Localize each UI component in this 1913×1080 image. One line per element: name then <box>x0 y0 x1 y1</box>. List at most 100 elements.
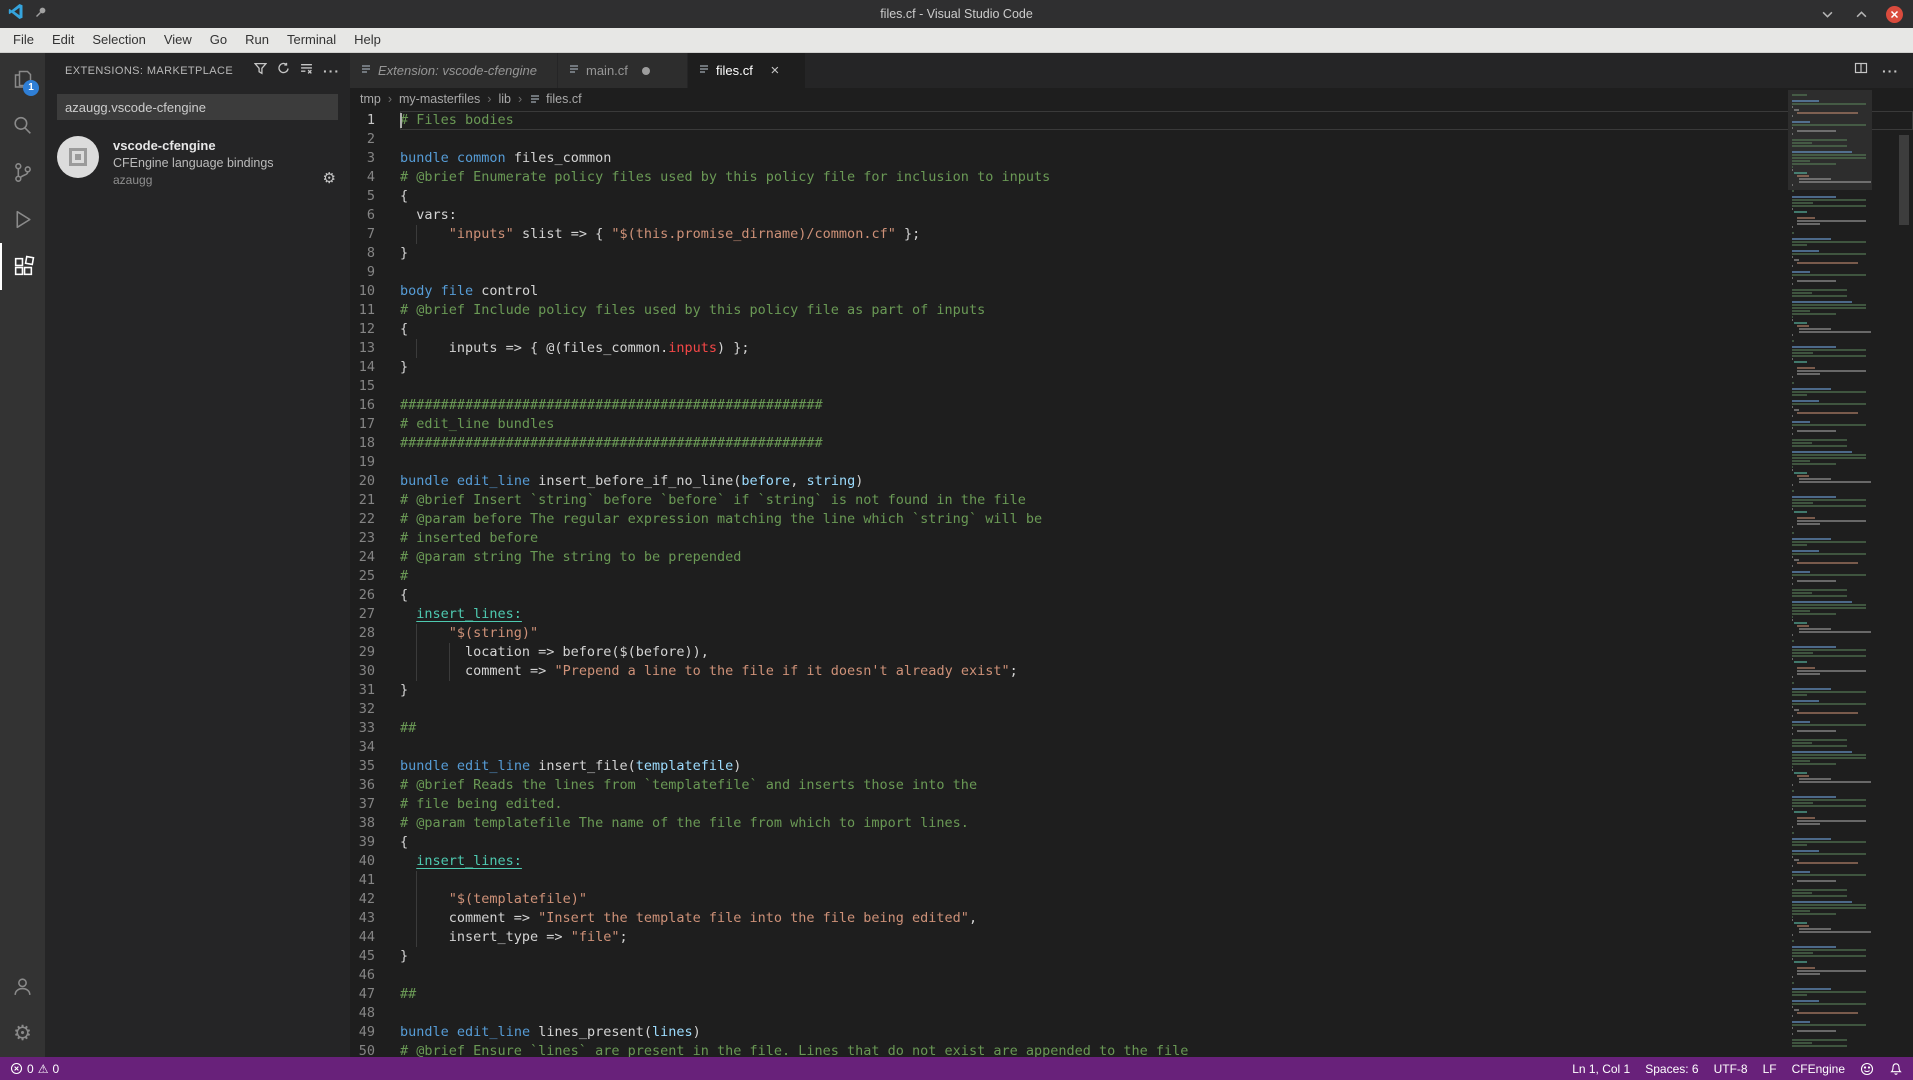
menu-item-run[interactable]: Run <box>236 28 278 52</box>
extensions-search-input[interactable] <box>57 94 338 120</box>
line-number[interactable]: 24 <box>350 548 400 567</box>
notifications-bell-icon[interactable] <box>1889 1062 1903 1076</box>
code-line-29[interactable]: 29 location => before($(before)), <box>350 643 1913 662</box>
breadcrumb-item-files-cf[interactable]: files.cf <box>529 92 581 106</box>
code-line-19[interactable]: 19 <box>350 453 1913 472</box>
code-line-16[interactable]: 16######################################… <box>350 396 1913 415</box>
code-line-13[interactable]: 13 inputs => { @(files_common.inputs) }; <box>350 339 1913 358</box>
code-line-32[interactable]: 32 <box>350 700 1913 719</box>
code-line-49[interactable]: 49bundle edit_line lines_present(lines) <box>350 1023 1913 1042</box>
line-number[interactable]: 47 <box>350 985 400 1004</box>
line-number[interactable]: 29 <box>350 643 400 662</box>
code-line-7[interactable]: 7 "inputs" slist => { "$(this.promise_di… <box>350 225 1913 244</box>
pin-icon[interactable] <box>35 5 47 23</box>
line-number[interactable]: 16 <box>350 396 400 415</box>
language-mode[interactable]: CFEngine <box>1792 1062 1845 1076</box>
code-line-38[interactable]: 38# @param templatefile The name of the … <box>350 814 1913 833</box>
line-number[interactable]: 9 <box>350 263 400 282</box>
code-line-8[interactable]: 8} <box>350 244 1913 263</box>
line-number[interactable]: 46 <box>350 966 400 985</box>
code-line-35[interactable]: 35bundle edit_line insert_file(templatef… <box>350 757 1913 776</box>
refresh-icon[interactable] <box>277 62 290 80</box>
code-line-2[interactable]: 2 <box>350 130 1913 149</box>
extension-manage-gear-icon[interactable]: ⚙ <box>323 169 336 187</box>
close-tab-icon[interactable] <box>767 63 783 78</box>
indentation-indicator[interactable]: Spaces: 6 <box>1645 1062 1698 1076</box>
code-line-21[interactable]: 21# @brief Insert `string` before `befor… <box>350 491 1913 510</box>
split-editor-icon[interactable] <box>1854 61 1868 80</box>
line-number[interactable]: 18 <box>350 434 400 453</box>
line-number[interactable]: 32 <box>350 700 400 719</box>
line-number[interactable]: 37 <box>350 795 400 814</box>
line-number[interactable]: 23 <box>350 529 400 548</box>
feedback-smiley-icon[interactable] <box>1860 1062 1874 1076</box>
close-window-icon[interactable] <box>1886 6 1903 23</box>
code-line-44[interactable]: 44 insert_type => "file"; <box>350 928 1913 947</box>
minimap[interactable] <box>1788 90 1872 1057</box>
code-line-27[interactable]: 27 insert_lines: <box>350 605 1913 624</box>
menu-item-edit[interactable]: Edit <box>43 28 83 52</box>
line-number[interactable]: 10 <box>350 282 400 301</box>
code-line-48[interactable]: 48 <box>350 1004 1913 1023</box>
menu-item-go[interactable]: Go <box>201 28 236 52</box>
code-line-31[interactable]: 31} <box>350 681 1913 700</box>
line-number[interactable]: 7 <box>350 225 400 244</box>
line-number[interactable]: 11 <box>350 301 400 320</box>
menu-item-help[interactable]: Help <box>345 28 390 52</box>
source-control-icon[interactable] <box>0 149 45 196</box>
clear-search-results-icon[interactable] <box>300 62 313 80</box>
code-line-10[interactable]: 10body file control <box>350 282 1913 301</box>
scrollbar-thumb[interactable] <box>1899 135 1909 225</box>
breadcrumb-item-lib[interactable]: lib <box>498 92 511 106</box>
code-line-28[interactable]: 28 "$(string)" <box>350 624 1913 643</box>
tab-main-cf[interactable]: main.cf <box>558 53 688 88</box>
breadcrumb-item-my-masterfiles[interactable]: my-masterfiles <box>399 92 480 106</box>
line-number[interactable]: 26 <box>350 586 400 605</box>
code-line-36[interactable]: 36# @brief Reads the lines from `templat… <box>350 776 1913 795</box>
line-number[interactable]: 6 <box>350 206 400 225</box>
code-line-34[interactable]: 34 <box>350 738 1913 757</box>
code-line-30[interactable]: 30 comment => "Prepend a line to the fil… <box>350 662 1913 681</box>
line-number[interactable]: 50 <box>350 1042 400 1057</box>
line-number[interactable]: 41 <box>350 871 400 890</box>
problems-indicator[interactable]: 0 ⚠ 0 <box>10 1062 59 1076</box>
line-number[interactable]: 21 <box>350 491 400 510</box>
code-line-1[interactable]: 1# Files bodies <box>350 111 1913 130</box>
accounts-icon[interactable] <box>0 963 45 1010</box>
more-actions-icon[interactable]: ··· <box>323 63 340 79</box>
line-number[interactable]: 17 <box>350 415 400 434</box>
code-line-39[interactable]: 39{ <box>350 833 1913 852</box>
code-line-5[interactable]: 5{ <box>350 187 1913 206</box>
breadcrumb-item-tmp[interactable]: tmp <box>360 92 381 106</box>
line-number[interactable]: 36 <box>350 776 400 795</box>
code-line-26[interactable]: 26{ <box>350 586 1913 605</box>
line-number[interactable]: 14 <box>350 358 400 377</box>
code-line-3[interactable]: 3bundle common files_common <box>350 149 1913 168</box>
code-line-22[interactable]: 22# @param before The regular expression… <box>350 510 1913 529</box>
line-number[interactable]: 40 <box>350 852 400 871</box>
explorer-icon[interactable]: 1 <box>0 55 45 102</box>
code-line-9[interactable]: 9 <box>350 263 1913 282</box>
line-number[interactable]: 8 <box>350 244 400 263</box>
code-editor[interactable]: 1# Files bodies23bundle common files_com… <box>350 110 1913 1057</box>
minimize-icon[interactable] <box>1818 5 1836 23</box>
editor-more-actions-icon[interactable]: ··· <box>1882 63 1899 79</box>
code-line-18[interactable]: 18######################################… <box>350 434 1913 453</box>
code-line-47[interactable]: 47## <box>350 985 1913 1004</box>
line-number[interactable]: 30 <box>350 662 400 681</box>
menu-item-file[interactable]: File <box>4 28 43 52</box>
line-number[interactable]: 38 <box>350 814 400 833</box>
code-line-41[interactable]: 41 <box>350 871 1913 890</box>
maximize-icon[interactable] <box>1852 5 1870 23</box>
line-number[interactable]: 3 <box>350 149 400 168</box>
code-line-6[interactable]: 6 vars: <box>350 206 1913 225</box>
extension-list-item[interactable]: vscode-cfengine CFEngine language bindin… <box>57 136 340 187</box>
line-number[interactable]: 35 <box>350 757 400 776</box>
line-number[interactable]: 15 <box>350 377 400 396</box>
line-number[interactable]: 33 <box>350 719 400 738</box>
cursor-position[interactable]: Ln 1, Col 1 <box>1572 1062 1630 1076</box>
line-number[interactable]: 43 <box>350 909 400 928</box>
encoding-indicator[interactable]: UTF-8 <box>1714 1062 1748 1076</box>
code-line-24[interactable]: 24# @param string The string to be prepe… <box>350 548 1913 567</box>
code-line-12[interactable]: 12{ <box>350 320 1913 339</box>
